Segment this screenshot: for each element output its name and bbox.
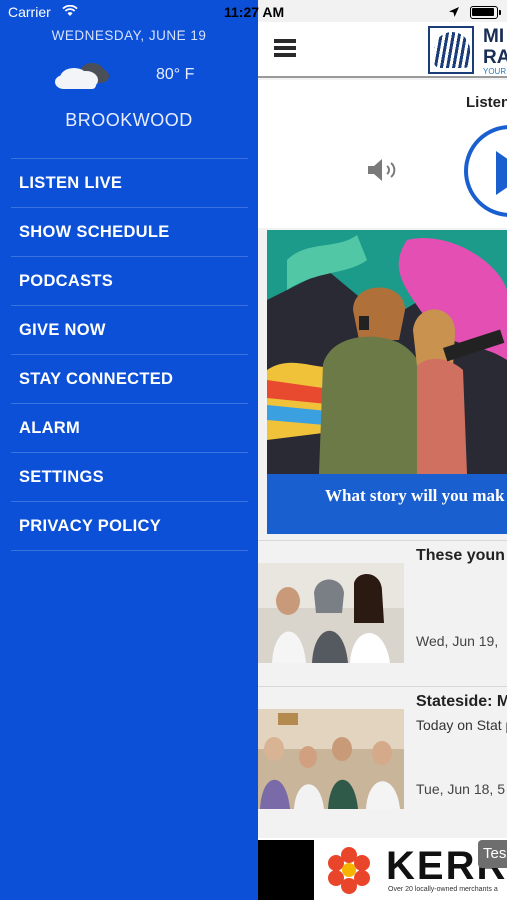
promo-image: [267, 230, 507, 474]
logo-text-line1: MI: [483, 26, 505, 47]
story-date: Wed, Jun 19,: [416, 633, 499, 649]
menu-item-label: SHOW SCHEDULE: [19, 222, 170, 241]
menu-item-podcasts[interactable]: PODCASTS: [11, 257, 248, 306]
side-drawer: WEDNESDAY, JUNE 19 80° F BROOKWOOD LISTE…: [0, 0, 258, 900]
app-header: MI RA YOUR: [258, 22, 507, 78]
play-icon: [496, 151, 507, 195]
menu-item-label: ALARM: [19, 418, 81, 437]
ad-image: [258, 840, 314, 900]
location-name: BROOKWOOD: [65, 110, 193, 130]
menu-item-stay-connected[interactable]: STAY CONNECTED: [11, 355, 248, 404]
promo-caption-bar: What story will you mak: [267, 474, 507, 534]
drawer-date: WEDNESDAY, JUNE 19: [51, 28, 207, 43]
drawer-menu: LISTEN LIVE SHOW SCHEDULE PODCASTS GIVE …: [11, 158, 248, 551]
story-title: These youn: [416, 547, 505, 564]
promo-caption: What story will you mak: [325, 486, 505, 505]
menu-item-alarm[interactable]: ALARM: [11, 404, 248, 453]
promo-banner[interactable]: What story will you mak: [267, 230, 507, 534]
story-thumbnail: [258, 709, 404, 809]
station-logo: [428, 26, 474, 74]
flower-logo-icon: [328, 847, 370, 894]
main-content: MI RA YOUR Listen What story will you ma…: [258, 0, 507, 900]
story-card[interactable]: Stateside: M Today on Stat prohibiting t…: [258, 686, 507, 832]
menu-item-give-now[interactable]: GIVE NOW: [11, 306, 248, 355]
menu-item-label: SETTINGS: [19, 467, 104, 486]
temperature: 80° F: [156, 66, 195, 83]
menu-item-privacy-policy[interactable]: PRIVACY POLICY: [11, 502, 248, 551]
volume-icon[interactable]: [366, 156, 400, 184]
carrier-label: Carrier: [8, 4, 51, 20]
menu-item-listen-live[interactable]: LISTEN LIVE: [11, 159, 248, 208]
logo-text-line2: RA: [483, 47, 507, 68]
story-card[interactable]: These youn Wed, Jun 19,: [258, 540, 507, 686]
menu-item-label: PRIVACY POLICY: [19, 516, 162, 535]
menu-item-label: LISTEN LIVE: [19, 173, 123, 192]
wifi-icon: [62, 5, 78, 16]
play-button[interactable]: [464, 125, 507, 217]
menu-item-label: STAY CONNECTED: [19, 369, 174, 388]
menu-item-label: PODCASTS: [19, 271, 114, 290]
menu-item-label: GIVE NOW: [19, 320, 106, 339]
story-title: Stateside: M: [416, 693, 507, 710]
clock: 11:27 AM: [224, 4, 285, 20]
ad-banner[interactable]: KERR Over 20 locally-owned merchants a: [258, 838, 507, 900]
microphone-icon: [434, 32, 470, 68]
live-player: Listen: [258, 80, 507, 228]
status-bar: Carrier 11:27 AM: [0, 0, 507, 24]
test-badge[interactable]: Tes: [478, 840, 507, 868]
location-arrow-icon: [449, 7, 459, 17]
hamburger-menu-icon[interactable]: [274, 39, 296, 57]
logo-tagline: YOUR: [483, 67, 507, 76]
listen-label: Listen: [466, 94, 507, 111]
menu-item-settings[interactable]: SETTINGS: [11, 453, 248, 502]
cloudy-icon: [55, 63, 109, 89]
ad-subtext: Over 20 locally-owned merchants a: [388, 886, 498, 893]
story-thumbnail: [258, 563, 404, 663]
story-date: Tue, Jun 18, 5: [416, 781, 505, 797]
battery-icon: [470, 6, 501, 19]
menu-item-show-schedule[interactable]: SHOW SCHEDULE: [11, 208, 248, 257]
story-snippet: Today on Stat prohibiting the: [416, 717, 507, 733]
